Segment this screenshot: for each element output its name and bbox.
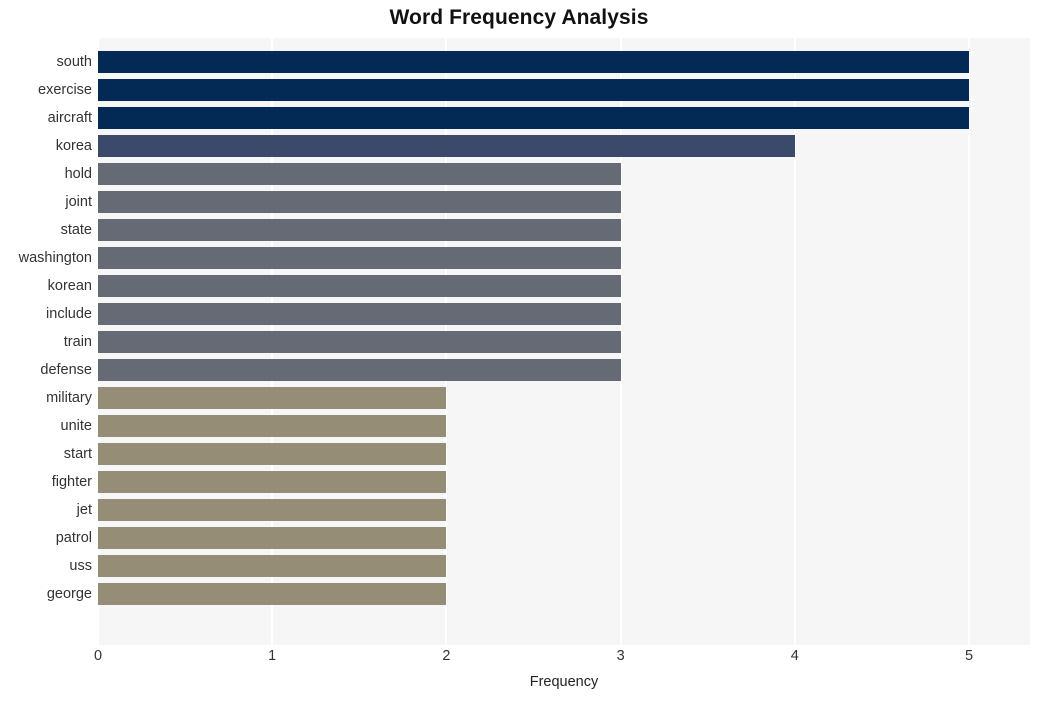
y-tick-label-defense: defense — [40, 362, 92, 378]
x-tick-label-2: 2 — [442, 648, 451, 664]
bar-exercise — [98, 79, 970, 101]
bar-row — [98, 580, 1030, 608]
y-tick-label-unite: unite — [60, 418, 92, 434]
bar-row — [98, 552, 1030, 580]
y-tick-label-aircraft: aircraft — [47, 110, 92, 126]
bar-george — [98, 583, 447, 605]
bar-fighter — [98, 471, 447, 493]
bar-aircraft — [98, 107, 970, 129]
bar-washington — [98, 247, 621, 269]
y-tick-label-exercise: exercise — [38, 82, 92, 98]
bar-row — [98, 468, 1030, 496]
bar-row — [98, 524, 1030, 552]
x-tick-label-3: 3 — [616, 648, 625, 664]
y-tick-label-washington: washington — [18, 250, 92, 266]
bar-row — [98, 188, 1030, 216]
bar-series — [98, 38, 1030, 645]
y-tick-label-patrol: patrol — [55, 530, 92, 546]
bar-korean — [98, 275, 621, 297]
bar-row — [98, 132, 1030, 160]
bar-row — [98, 160, 1030, 188]
bar-state — [98, 219, 621, 241]
chart-title: Word Frequency Analysis — [389, 6, 649, 29]
bar-row — [98, 356, 1030, 384]
x-tick-label-5: 5 — [964, 648, 974, 664]
plot-area — [98, 38, 1030, 645]
y-tick-label-include: include — [46, 306, 92, 322]
bar-include — [98, 303, 621, 325]
bar-military — [98, 387, 447, 409]
bar-uss — [98, 555, 447, 577]
y-tick-label-start: start — [63, 446, 92, 462]
y-axis-tick-labels: south exercise aircraft korea hold joint state… — [0, 38, 92, 645]
bar-row — [98, 440, 1030, 468]
bar-row — [98, 384, 1030, 412]
bar-row — [98, 216, 1030, 244]
y-tick-label-korea: korea — [55, 138, 92, 154]
bar-row — [98, 412, 1030, 440]
bar-row — [98, 300, 1030, 328]
bar-korea — [98, 135, 795, 157]
bar-south — [98, 51, 970, 73]
y-tick-label-military: military — [46, 390, 92, 406]
bar-patrol — [98, 527, 447, 549]
y-tick-label-hold: hold — [64, 166, 92, 182]
bar-hold — [98, 163, 621, 185]
y-tick-label-state: state — [60, 222, 92, 238]
y-tick-label-uss: uss — [69, 558, 92, 574]
y-tick-label-jet: jet — [76, 502, 92, 518]
bar-jet — [98, 499, 447, 521]
bar-train — [98, 331, 621, 353]
bar-row — [98, 76, 1030, 104]
x-axis-title: Frequency — [529, 674, 599, 690]
bar-start — [98, 443, 447, 465]
bar-defense — [98, 359, 621, 381]
y-tick-label-south: south — [56, 54, 92, 70]
x-axis-tick-labels: 0 1 2 3 4 5 — [0, 648, 1038, 672]
x-tick-label-0: 0 — [93, 648, 103, 664]
bar-row — [98, 272, 1030, 300]
bar-row — [98, 48, 1030, 76]
y-tick-label-george: george — [46, 586, 92, 602]
bar-joint — [98, 191, 621, 213]
x-tick-label-1: 1 — [268, 648, 277, 664]
x-tick-label-4: 4 — [790, 648, 799, 664]
y-tick-label-korean: korean — [47, 278, 92, 294]
bar-row — [98, 244, 1030, 272]
y-tick-label-joint: joint — [65, 194, 92, 210]
chart-figure: Word Frequency Analysis south exercise air… — [0, 0, 1038, 701]
bar-row — [98, 328, 1030, 356]
bar-row — [98, 496, 1030, 524]
y-tick-label-train: train — [63, 334, 92, 350]
bar-row — [98, 104, 1030, 132]
bar-unite — [98, 415, 447, 437]
y-tick-label-fighter: fighter — [51, 474, 92, 490]
